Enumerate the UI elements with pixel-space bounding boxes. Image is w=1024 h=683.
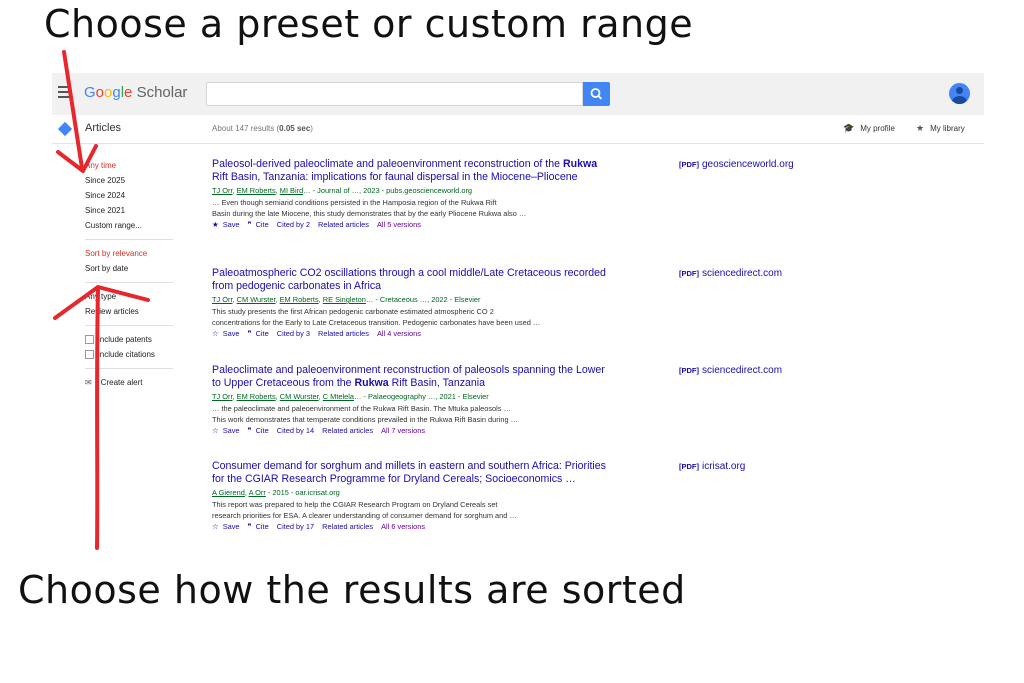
arrow-to-time-filters — [62, 50, 84, 170]
annotation-arrows — [53, 50, 150, 550]
arrow-to-sort-options — [95, 288, 100, 550]
arrow-to-sort-options-head — [53, 285, 150, 320]
arrow-to-time-filters-head — [56, 144, 98, 173]
